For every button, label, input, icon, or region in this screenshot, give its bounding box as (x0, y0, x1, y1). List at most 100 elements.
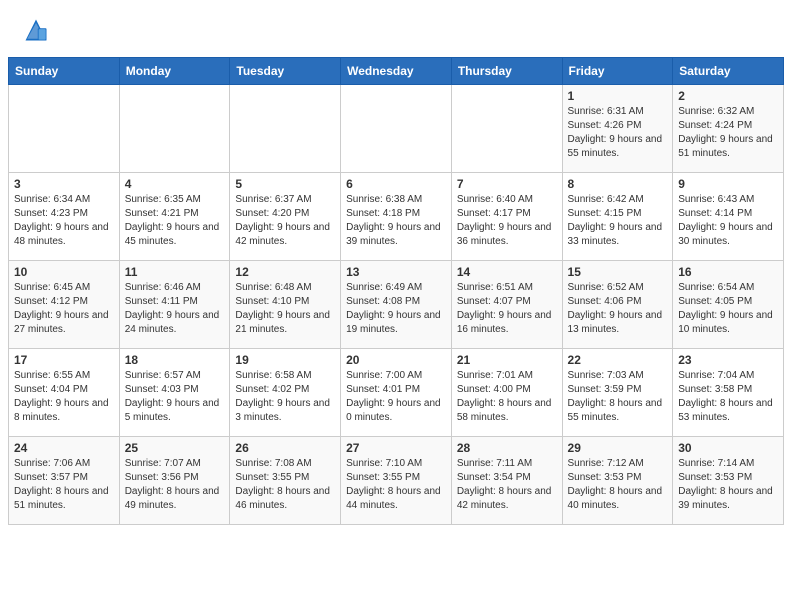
day-info: Sunrise: 7:08 AM Sunset: 3:55 PM Dayligh… (235, 457, 335, 513)
day-number: 18 (125, 353, 225, 367)
day-number: 30 (678, 441, 778, 455)
day-number: 27 (346, 441, 446, 455)
day-info: Sunrise: 6:51 AM Sunset: 4:07 PM Dayligh… (457, 281, 557, 337)
day-number: 19 (235, 353, 335, 367)
calendar-cell: 23Sunrise: 7:04 AM Sunset: 3:58 PM Dayli… (673, 349, 784, 437)
column-header-saturday: Saturday (673, 58, 784, 85)
day-number: 9 (678, 177, 778, 191)
logo (20, 16, 54, 49)
calendar-cell: 27 Sunrise: 7:10 AM Sunset: 3:55 PM Dayli… (341, 437, 452, 525)
day-number: 29 (568, 441, 668, 455)
day-number: 11 (125, 265, 225, 279)
day-info: Sunrise: 6:54 AM Sunset: 4:05 PM Dayligh… (678, 281, 778, 337)
day-number: 6 (346, 177, 446, 191)
day-info: Sunrise: 6:31 AM Sunset: 4:26 PM Dayligh… (568, 105, 668, 161)
day-number: 2 (678, 89, 778, 103)
day-info: Sunrise: 7:00 AM Sunset: 4:01 PM Dayligh… (346, 369, 446, 425)
week-row-1: 1 Sunrise: 6:31 AM Sunset: 4:26 PM Daylig… (9, 85, 784, 173)
column-header-wednesday: Wednesday (341, 58, 452, 85)
day-number: 24 (14, 441, 114, 455)
day-number: 28 (457, 441, 557, 455)
day-number: 13 (346, 265, 446, 279)
day-info: Sunrise: 7:11 AM Sunset: 3:54 PM Dayligh… (457, 457, 557, 513)
day-number: 1 (568, 89, 668, 103)
day-number: 20 (346, 353, 446, 367)
day-number: 5 (235, 177, 335, 191)
calendar-cell (9, 85, 120, 173)
day-info: Sunrise: 6:52 AM Sunset: 4:06 PM Dayligh… (568, 281, 668, 337)
day-number: 7 (457, 177, 557, 191)
calendar-cell: 16 Sunrise: 6:54 AM Sunset: 4:05 PM Dayli… (673, 261, 784, 349)
day-info: Sunrise: 7:01 AM Sunset: 4:00 PM Dayligh… (457, 369, 557, 425)
column-header-monday: Monday (119, 58, 230, 85)
day-number: 17 (14, 353, 114, 367)
day-info: Sunrise: 6:40 AM Sunset: 4:17 PM Dayligh… (457, 193, 557, 249)
calendar-cell: 1 Sunrise: 6:31 AM Sunset: 4:26 PM Daylig… (562, 85, 673, 173)
day-info: Sunrise: 7:04 AM Sunset: 3:58 PM Dayligh… (678, 369, 778, 425)
day-info: Sunrise: 6:58 AM Sunset: 4:02 PM Dayligh… (235, 369, 335, 425)
calendar-cell: 9 Sunrise: 6:43 AM Sunset: 4:14 PM Daylig… (673, 173, 784, 261)
calendar-cell: 25 Sunrise: 7:07 AM Sunset: 3:56 PM Dayli… (119, 437, 230, 525)
calendar-cell: 15 Sunrise: 6:52 AM Sunset: 4:06 PM Dayli… (562, 261, 673, 349)
calendar-cell: 3Sunrise: 6:34 AM Sunset: 4:23 PM Daylig… (9, 173, 120, 261)
day-number: 14 (457, 265, 557, 279)
calendar-cell (451, 85, 562, 173)
calendar-cell (119, 85, 230, 173)
day-info: Sunrise: 7:14 AM Sunset: 3:53 PM Dayligh… (678, 457, 778, 513)
calendar-header-row: SundayMondayTuesdayWednesdayThursdayFrid… (9, 58, 784, 85)
day-info: Sunrise: 7:06 AM Sunset: 3:57 PM Dayligh… (14, 457, 114, 513)
week-row-3: 10 Sunrise: 6:45 AM Sunset: 4:12 PM Dayli… (9, 261, 784, 349)
calendar-cell: 6Sunrise: 6:38 AM Sunset: 4:18 PM Daylig… (341, 173, 452, 261)
calendar-cell: 2Sunrise: 6:32 AM Sunset: 4:24 PM Daylig… (673, 85, 784, 173)
day-number: 25 (125, 441, 225, 455)
logo-icon (22, 16, 50, 44)
calendar-cell: 14 Sunrise: 6:51 AM Sunset: 4:07 PM Dayli… (451, 261, 562, 349)
day-number: 16 (678, 265, 778, 279)
column-header-friday: Friday (562, 58, 673, 85)
day-info: Sunrise: 6:37 AM Sunset: 4:20 PM Dayligh… (235, 193, 335, 249)
day-info: Sunrise: 6:46 AM Sunset: 4:11 PM Dayligh… (125, 281, 225, 337)
calendar-cell: 7 Sunrise: 6:40 AM Sunset: 4:17 PM Daylig… (451, 173, 562, 261)
calendar-cell: 11 Sunrise: 6:46 AM Sunset: 4:11 PM Dayli… (119, 261, 230, 349)
week-row-5: 24 Sunrise: 7:06 AM Sunset: 3:57 PM Dayli… (9, 437, 784, 525)
calendar-cell: 5 Sunrise: 6:37 AM Sunset: 4:20 PM Daylig… (230, 173, 341, 261)
calendar-cell: 8Sunrise: 6:42 AM Sunset: 4:15 PM Daylig… (562, 173, 673, 261)
day-number: 21 (457, 353, 557, 367)
column-header-thursday: Thursday (451, 58, 562, 85)
day-info: Sunrise: 6:55 AM Sunset: 4:04 PM Dayligh… (14, 369, 114, 425)
day-number: 3 (14, 177, 114, 191)
calendar-cell: 20 Sunrise: 7:00 AM Sunset: 4:01 PM Dayli… (341, 349, 452, 437)
day-info: Sunrise: 7:12 AM Sunset: 3:53 PM Dayligh… (568, 457, 668, 513)
column-header-sunday: Sunday (9, 58, 120, 85)
column-header-tuesday: Tuesday (230, 58, 341, 85)
calendar-cell: 30 Sunrise: 7:14 AM Sunset: 3:53 PM Dayli… (673, 437, 784, 525)
calendar-cell (341, 85, 452, 173)
calendar-cell: 13 Sunrise: 6:49 AM Sunset: 4:08 PM Dayli… (341, 261, 452, 349)
day-info: Sunrise: 6:49 AM Sunset: 4:08 PM Dayligh… (346, 281, 446, 337)
calendar-cell: 28 Sunrise: 7:11 AM Sunset: 3:54 PM Dayli… (451, 437, 562, 525)
day-number: 4 (125, 177, 225, 191)
calendar-cell: 4 Sunrise: 6:35 AM Sunset: 4:21 PM Daylig… (119, 173, 230, 261)
calendar-cell: 21 Sunrise: 7:01 AM Sunset: 4:00 PM Dayli… (451, 349, 562, 437)
day-info: Sunrise: 7:03 AM Sunset: 3:59 PM Dayligh… (568, 369, 668, 425)
day-number: 15 (568, 265, 668, 279)
day-number: 8 (568, 177, 668, 191)
day-info: Sunrise: 6:43 AM Sunset: 4:14 PM Dayligh… (678, 193, 778, 249)
day-info: Sunrise: 6:35 AM Sunset: 4:21 PM Dayligh… (125, 193, 225, 249)
calendar-cell: 26 Sunrise: 7:08 AM Sunset: 3:55 PM Dayli… (230, 437, 341, 525)
calendar-cell (230, 85, 341, 173)
page-header (0, 0, 792, 57)
day-number: 10 (14, 265, 114, 279)
day-info: Sunrise: 7:10 AM Sunset: 3:55 PM Dayligh… (346, 457, 446, 513)
day-number: 22 (568, 353, 668, 367)
calendar-cell: 19 Sunrise: 6:58 AM Sunset: 4:02 PM Dayli… (230, 349, 341, 437)
calendar-cell: 29 Sunrise: 7:12 AM Sunset: 3:53 PM Dayli… (562, 437, 673, 525)
day-number: 12 (235, 265, 335, 279)
day-info: Sunrise: 7:07 AM Sunset: 3:56 PM Dayligh… (125, 457, 225, 513)
day-number: 26 (235, 441, 335, 455)
calendar-cell: 22 Sunrise: 7:03 AM Sunset: 3:59 PM Dayli… (562, 349, 673, 437)
day-info: Sunrise: 6:45 AM Sunset: 4:12 PM Dayligh… (14, 281, 114, 337)
calendar-table: SundayMondayTuesdayWednesdayThursdayFrid… (8, 57, 784, 525)
calendar-cell: 10 Sunrise: 6:45 AM Sunset: 4:12 PM Dayli… (9, 261, 120, 349)
calendar-wrapper: SundayMondayTuesdayWednesdayThursdayFrid… (0, 57, 792, 533)
